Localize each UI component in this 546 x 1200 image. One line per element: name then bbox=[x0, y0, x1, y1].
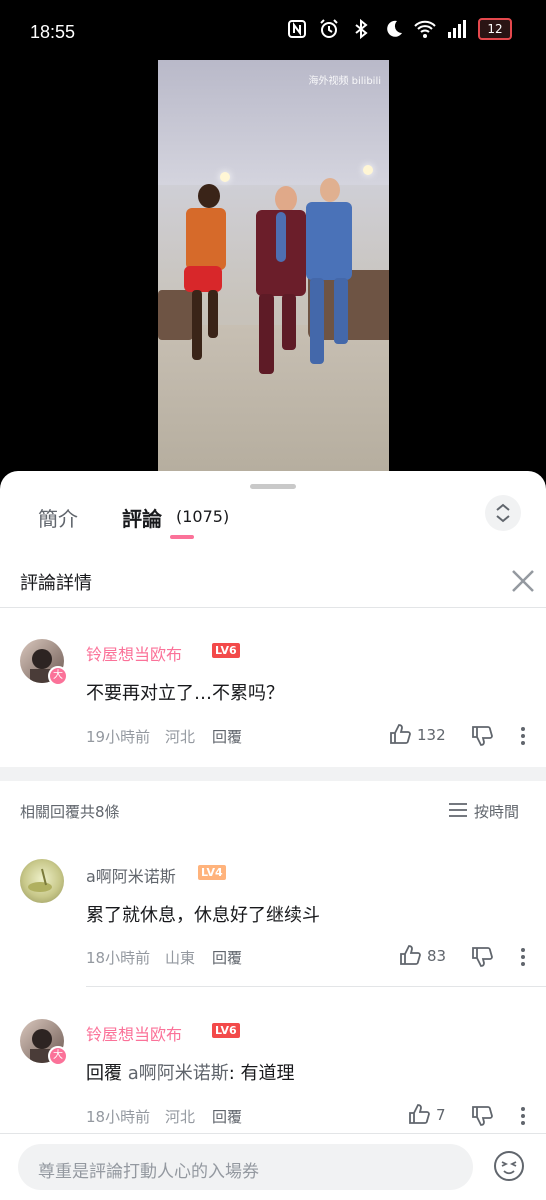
comment-location: 河北 bbox=[165, 1108, 196, 1126]
comment-time: 18小時前 bbox=[86, 1108, 151, 1126]
comment-username[interactable]: 铃屋想当欧布 bbox=[86, 1021, 182, 1045]
status-bar: 18:55 12 bbox=[0, 0, 546, 60]
status-time: 18:55 bbox=[30, 22, 76, 42]
thumbs-up-icon[interactable] bbox=[408, 1103, 430, 1125]
reply-button[interactable]: 回覆 bbox=[212, 1106, 242, 1127]
video-watermark: 海外视频 bilibili bbox=[308, 76, 381, 87]
comment-time: 19小時前 bbox=[86, 728, 151, 746]
thumbs-up-icon[interactable] bbox=[389, 723, 411, 745]
reply-comment: a啊阿米诺斯 LV4 累了就休息，休息好了继续斗 18小時前 山東 回覆 83 bbox=[0, 849, 546, 989]
video-person-leg bbox=[334, 278, 348, 344]
comment-text: 累了就休息，休息好了继续斗 bbox=[86, 905, 320, 926]
more-vertical-icon[interactable] bbox=[512, 725, 534, 747]
comment-input-placeholder: 尊重是評論打動人心的入場券 bbox=[38, 1162, 259, 1182]
video-person-head bbox=[320, 178, 340, 202]
video-player[interactable]: 海外视频 bilibili bbox=[158, 60, 389, 471]
like-count: 83 bbox=[427, 947, 447, 965]
video-person-leg bbox=[192, 290, 202, 360]
comment-location: 河北 bbox=[165, 728, 196, 746]
comment-username[interactable]: a啊阿米诺斯 bbox=[86, 863, 176, 887]
like-count: 132 bbox=[417, 726, 446, 744]
more-vertical-icon[interactable] bbox=[512, 946, 534, 968]
status-icons: 12 bbox=[286, 18, 512, 40]
reply-separator bbox=[86, 986, 546, 987]
video-person-shirt bbox=[276, 212, 286, 262]
related-replies-count: 相關回覆共8條 bbox=[20, 803, 120, 821]
wifi-icon bbox=[414, 20, 436, 38]
video-couch bbox=[158, 290, 193, 340]
video-light bbox=[363, 165, 373, 175]
tab-active-indicator bbox=[170, 535, 194, 539]
video-person-head bbox=[198, 184, 220, 208]
avatar[interactable] bbox=[20, 859, 64, 903]
related-replies-bar: 相關回覆共8條 按時間 bbox=[0, 781, 546, 837]
avatar-badge: 大 bbox=[48, 1046, 68, 1066]
comment-username[interactable]: 铃屋想当欧布 bbox=[86, 641, 182, 665]
comment-input[interactable]: 尊重是評論打動人心的入場券 bbox=[18, 1144, 473, 1190]
thumbs-up-icon[interactable] bbox=[399, 944, 421, 966]
level-badge: LV6 bbox=[212, 643, 240, 658]
comment-detail-header: 評論詳情 bbox=[0, 555, 546, 608]
battery-indicator: 12 bbox=[478, 18, 512, 40]
alarm-icon bbox=[320, 19, 338, 38]
thumbs-down-icon[interactable] bbox=[471, 725, 493, 747]
avatar-badge: 大 bbox=[48, 666, 68, 686]
like-count: 7 bbox=[436, 1106, 446, 1124]
video-person-leg bbox=[208, 290, 218, 338]
sheet-drag-handle[interactable] bbox=[250, 484, 296, 489]
video-person-shirt bbox=[186, 208, 226, 270]
emoji-icon[interactable] bbox=[493, 1150, 525, 1182]
sort-lines-icon[interactable] bbox=[448, 801, 468, 819]
video-person-shorts bbox=[184, 266, 222, 292]
comment-input-bar: 尊重是評論打動人心的入場券 bbox=[0, 1133, 546, 1200]
video-light bbox=[220, 172, 230, 182]
reply-button[interactable]: 回覆 bbox=[212, 726, 242, 747]
main-comment: 大 铃屋想当欧布 LV6 不要再对立了…不累吗？ 19小時前 河北 回覆 132 bbox=[0, 621, 546, 761]
thumbs-down-icon[interactable] bbox=[471, 1105, 493, 1127]
thumbs-down-icon[interactable] bbox=[471, 946, 493, 968]
comment-text: 回覆 a啊阿米诺斯: 有道理 bbox=[86, 1059, 295, 1085]
reply-button[interactable]: 回覆 bbox=[212, 947, 242, 968]
video-person-leg bbox=[282, 294, 296, 350]
moon-icon bbox=[387, 20, 402, 37]
reply-body: : 有道理 bbox=[228, 1063, 295, 1084]
comment-location: 山東 bbox=[165, 949, 196, 967]
comment-count: (1075) bbox=[176, 507, 230, 526]
comment-time: 18小時前 bbox=[86, 949, 151, 967]
more-vertical-icon[interactable] bbox=[512, 1105, 534, 1127]
reply-prefix: 回覆 bbox=[86, 1063, 122, 1084]
bluetooth-icon bbox=[355, 18, 368, 40]
level-badge: LV4 bbox=[198, 865, 226, 880]
level-badge: LV6 bbox=[212, 1023, 240, 1038]
tab-intro[interactable]: 簡介 bbox=[38, 503, 78, 532]
chevron-up-down-icon bbox=[496, 503, 510, 523]
reply-mention[interactable]: a啊阿米诺斯 bbox=[128, 1063, 229, 1084]
video-person-leg bbox=[310, 278, 324, 364]
expand-button[interactable] bbox=[485, 495, 521, 531]
sort-by-time-button[interactable]: 按時間 bbox=[474, 801, 519, 822]
reply-comment: 大 铃屋想当欧布 LV6 回覆 a啊阿米诺斯: 有道理 18小時前 河北 回覆 … bbox=[0, 1011, 546, 1136]
video-person-leg bbox=[259, 294, 274, 374]
comment-detail-title: 評論詳情 bbox=[20, 573, 92, 594]
video-person-head bbox=[275, 186, 297, 212]
nfc-icon bbox=[288, 20, 306, 38]
section-divider bbox=[0, 767, 546, 781]
signal-5g-icon bbox=[448, 20, 466, 38]
close-icon[interactable] bbox=[510, 568, 536, 594]
avatar-image bbox=[28, 868, 52, 892]
comment-text: 不要再对立了…不累吗？ bbox=[86, 683, 284, 704]
comment-sheet: 簡介 評論 (1075) 評論詳情 大 铃屋想当欧布 LV6 不要再对立了…不累… bbox=[0, 471, 546, 1200]
video-person-suit bbox=[306, 202, 352, 280]
tab-comments[interactable]: 評論 bbox=[122, 503, 162, 532]
